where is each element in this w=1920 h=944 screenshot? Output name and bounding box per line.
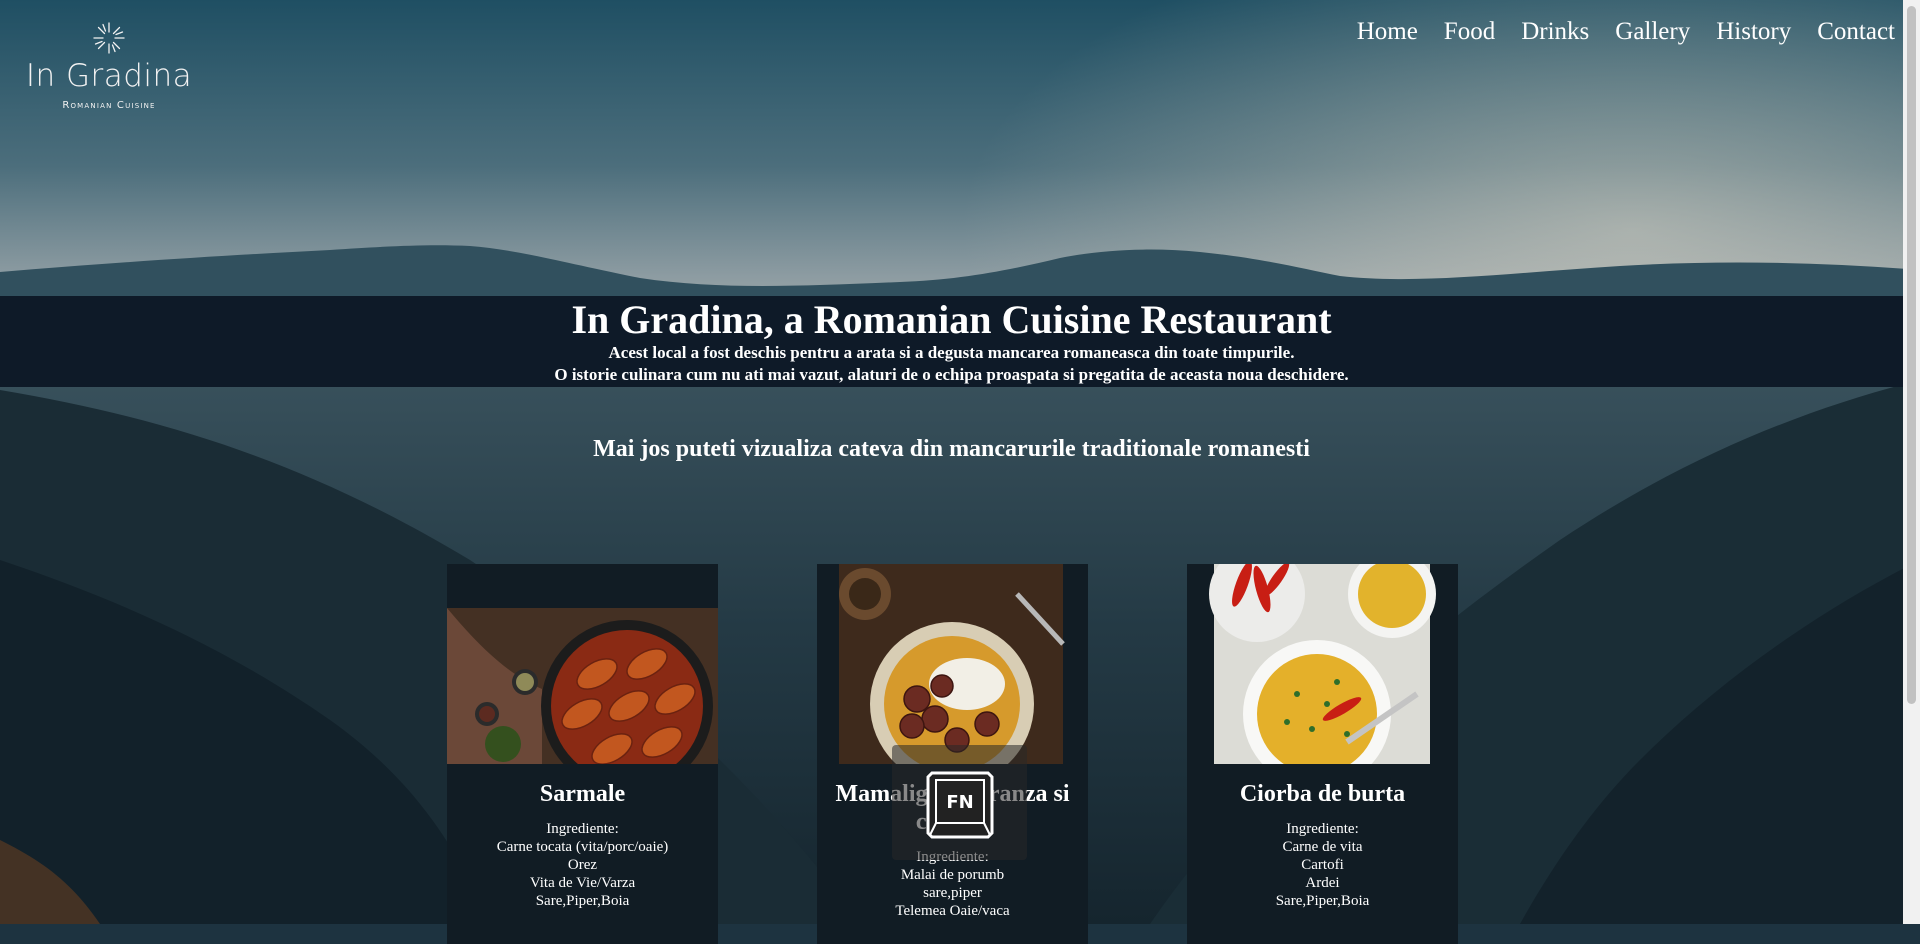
ingredient-item: Telemea Oaie/vaca [895,903,1010,919]
nav-food[interactable]: Food [1444,16,1495,48]
ingredient-item: Sare,Piper,Boia [535,893,630,909]
nav-history[interactable]: History [1716,16,1791,48]
nav-gallery[interactable]: Gallery [1615,16,1690,48]
dish-title: Sarmale [539,781,626,807]
hero-banner: In Gradina, a Romanian Cuisine Restauran… [0,296,1903,387]
section-title: Mai jos puteti vizualiza cateva din manc… [593,436,1310,462]
ingredient-item: Sare,Piper,Boia [1275,893,1370,909]
ingredient-item: Orez [567,857,598,873]
hero-title: In Gradina, a Romanian Cuisine Restauran… [571,297,1332,342]
scrollbar-thumb[interactable] [1907,6,1916,704]
dish-card-ciorba[interactable]: Ciorba de burta Ingrediente: Carne de vi… [1187,564,1458,944]
ingredient-item: Carne de vita [1282,839,1363,855]
dish-ingredients: Ingrediente: Carne de vita Cartofi Ardei… [1187,820,1458,910]
ingredient-item: Cartofi [1301,857,1344,873]
dish-title: Ciorba de burta [1239,781,1406,807]
dish-ingredients: Ingrediente: Carne tocata (vita/porc/oai… [447,820,718,910]
ingredient-item: sare,piper [923,885,982,901]
main-nav: Home Food Drinks Gallery History Contact [1357,16,1895,48]
logo-name: In Gradina [25,58,193,94]
dish-photo-ciorba [1187,564,1458,764]
ingredient-item: Ardei [1305,875,1340,891]
nav-contact[interactable]: Contact [1817,16,1895,48]
hero-description-line-1: Acest local a fost deschis pentru a arat… [608,343,1295,362]
nav-drinks[interactable]: Drinks [1521,16,1589,48]
dish-photo-sarmale [447,564,718,764]
nav-home[interactable]: Home [1357,16,1418,48]
keyboard-key-icon: FN [926,771,994,839]
hero-description-line-2: O istorie culinara cum nu ati mai vazut,… [554,365,1349,384]
ingredient-item: Vita de Vie/Varza [529,875,636,891]
dish-photo-mamaliga [817,564,1088,764]
logo-subtitle: Romanian Cuisine [62,100,156,111]
fn-key-label: FN [946,792,973,813]
ingredients-label: Ingrediente: [1286,821,1359,837]
ingredient-item: Carne tocata (vita/porc/oaie) [496,839,669,855]
page-scrollbar[interactable] [1903,0,1920,924]
sun-rays-icon [93,22,125,54]
site-logo[interactable]: In Gradina Romanian Cuisine [24,20,194,111]
dish-card-sarmale[interactable]: Sarmale Ingrediente: Carne tocata (vita/… [447,564,718,944]
ingredient-item: Malai de porumb [900,867,1005,883]
fn-key-overlay: FN [892,745,1027,860]
ingredients-label: Ingrediente: [546,821,619,837]
